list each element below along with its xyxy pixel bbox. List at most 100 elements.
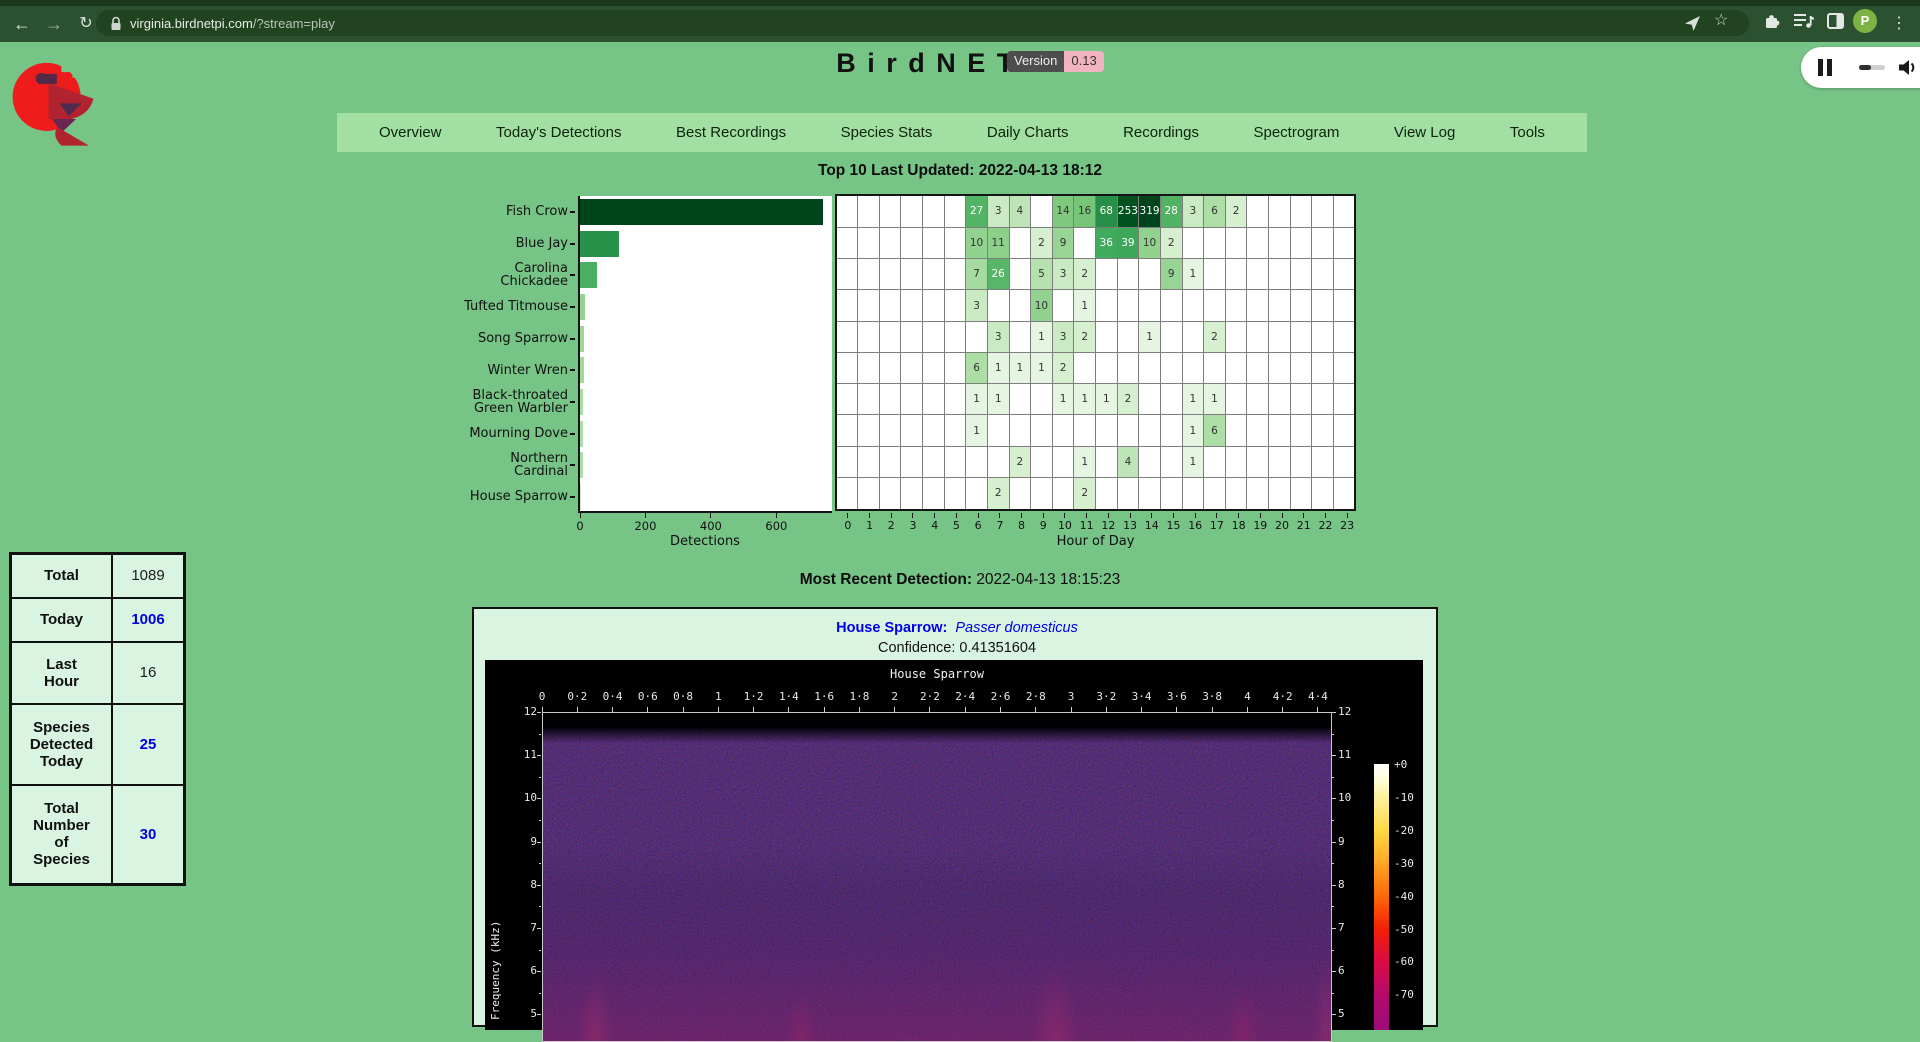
heatmap-cell	[923, 259, 945, 290]
extensions-icon[interactable]	[1763, 13, 1780, 29]
heatmap-cell	[879, 384, 901, 415]
back-icon[interactable]: ←	[8, 6, 36, 42]
heatmap-cell: 5	[1031, 259, 1053, 290]
browser-toolbar: ← → ↻ virginia.birdnetpi.com/?stream=pla…	[0, 0, 1920, 42]
spec-y-tick-left	[537, 971, 541, 972]
profile-avatar[interactable]: P	[1853, 9, 1877, 33]
heatmap-row: 273414166825331928362	[836, 195, 1355, 227]
heatmap-cell	[836, 352, 858, 383]
colorbar-tick-label: -30	[1394, 857, 1424, 870]
hour-axis-tick	[891, 513, 892, 518]
spec-y-tick-left	[537, 885, 541, 886]
spec-y-minor-tick-left	[539, 863, 541, 864]
menu-dots-icon[interactable]: ⋮	[1885, 6, 1913, 42]
hour-axis-tick	[956, 513, 957, 518]
heatmap-cell	[858, 259, 880, 290]
colorbar-tick-label: -50	[1394, 923, 1424, 936]
heatmap-cell	[1031, 477, 1053, 510]
heatmap-cell	[1117, 352, 1139, 383]
page-root: { "colors": { "page_bg": "#77c487", "nav…	[0, 0, 1920, 1017]
heatmap-cell	[1312, 227, 1334, 258]
send-icon[interactable]	[1684, 15, 1701, 33]
heatmap-cell	[1204, 290, 1226, 321]
heatmap-cell	[1225, 352, 1247, 383]
stats-table-inner: Total1089Today1006Last Hour16Species Det…	[9, 552, 186, 886]
heatmap-row: 11111211	[836, 384, 1355, 415]
pause-icon[interactable]	[1818, 59, 1832, 76]
heatmap-cell	[923, 352, 945, 383]
stat-value-link[interactable]: 1006	[112, 598, 185, 642]
spec-y-tick-right	[1332, 712, 1336, 713]
hour-axis-tick	[1151, 513, 1152, 518]
species-axis-tick	[570, 369, 575, 371]
detection-species-link[interactable]: House Sparrow:	[836, 620, 947, 636]
heatmap-cell	[858, 195, 880, 227]
hour-axis-tick-label: 18	[1229, 519, 1249, 532]
side-panel-icon[interactable]	[1827, 13, 1844, 29]
hour-axis-tick-label: 3	[903, 519, 923, 532]
spec-x-tick-label: 0·4	[598, 690, 628, 703]
hour-axis-tick-label: 8	[1012, 519, 1032, 532]
stat-value-link[interactable]: 30	[112, 785, 185, 885]
forward-icon[interactable]: →	[40, 6, 68, 42]
heatmap-cell: 2	[1031, 227, 1053, 258]
bar-axis-tick-label: 0	[565, 519, 595, 533]
nav-item-tools[interactable]: Tools	[1510, 124, 1545, 141]
spec-y-tick-right	[1332, 798, 1336, 799]
nav-item-overview[interactable]: Overview	[379, 124, 442, 141]
nav-item-spectrogram[interactable]: Spectrogram	[1253, 124, 1339, 141]
heatmap-cell: 1	[1031, 352, 1053, 383]
seek-bar[interactable]	[1859, 65, 1885, 70]
heatmap-cell: 3	[966, 290, 988, 321]
nav-item-best-recordings[interactable]: Best Recordings	[676, 124, 786, 141]
hour-axis-tick-label: 16	[1185, 519, 1205, 532]
detection-bar	[580, 452, 583, 478]
heatmap-cell	[1009, 290, 1031, 321]
hour-axis-title: Hour of Day	[1026, 534, 1166, 549]
heatmap-cell	[1139, 477, 1161, 510]
spec-x-tick-label: 2	[880, 690, 910, 703]
hour-axis-tick	[1021, 513, 1022, 518]
spec-y-minor-tick-right	[1332, 734, 1334, 735]
heatmap-row: 22	[836, 477, 1355, 510]
heatmap-cell	[1160, 321, 1182, 352]
bar-axis-tick-label: 200	[630, 519, 660, 533]
nav-item-recordings[interactable]: Recordings	[1123, 124, 1199, 141]
heatmap-cell	[1139, 446, 1161, 477]
detection-bar	[580, 231, 619, 257]
heatmap-cell	[858, 446, 880, 477]
heatmap-cell	[1312, 477, 1334, 510]
detection-scientific-name[interactable]: Passer domesticus	[955, 620, 1078, 636]
bookmark-star-icon[interactable]: ☆	[1714, 10, 1728, 28]
nav-item-species-stats[interactable]: Species Stats	[841, 124, 933, 141]
audio-player[interactable]	[1801, 47, 1920, 88]
nav-item-view-log[interactable]: View Log	[1394, 124, 1455, 141]
hour-axis-tick	[1064, 513, 1065, 518]
heatmap-cell	[1333, 195, 1355, 227]
heatmap-cell	[901, 446, 923, 477]
nav-item-today-s-detections[interactable]: Today's Detections	[496, 124, 621, 141]
media-controls-icon[interactable]	[1794, 13, 1814, 29]
hour-axis-tick	[999, 513, 1000, 518]
volume-icon[interactable]	[1898, 58, 1918, 77]
stat-value-link[interactable]: 25	[112, 704, 185, 785]
heatmap-cell	[858, 290, 880, 321]
heatmap-cell	[879, 446, 901, 477]
heatmap-cell	[944, 415, 966, 446]
heatmap-cell: 1	[1139, 321, 1161, 352]
nav-item-daily-charts[interactable]: Daily Charts	[987, 124, 1069, 141]
url-bar[interactable]: virginia.birdnetpi.com/?stream=play ☆	[96, 10, 1749, 36]
species-axis-tick	[570, 274, 575, 276]
heatmap-cell	[944, 446, 966, 477]
heatmap-cell	[1139, 259, 1161, 290]
hour-axis-tick	[934, 513, 935, 518]
heatmap-cell: 2	[1204, 321, 1226, 352]
hour-axis-tick-label: 5	[946, 519, 966, 532]
heatmap-cell: 10	[1031, 290, 1053, 321]
heatmap-cell	[901, 352, 923, 383]
heatmap-cell: 1	[1009, 352, 1031, 383]
heatmap-cell	[1009, 384, 1031, 415]
heatmap-cell	[944, 259, 966, 290]
heatmap-cell: 2	[1160, 227, 1182, 258]
heatmap-cell	[1333, 290, 1355, 321]
